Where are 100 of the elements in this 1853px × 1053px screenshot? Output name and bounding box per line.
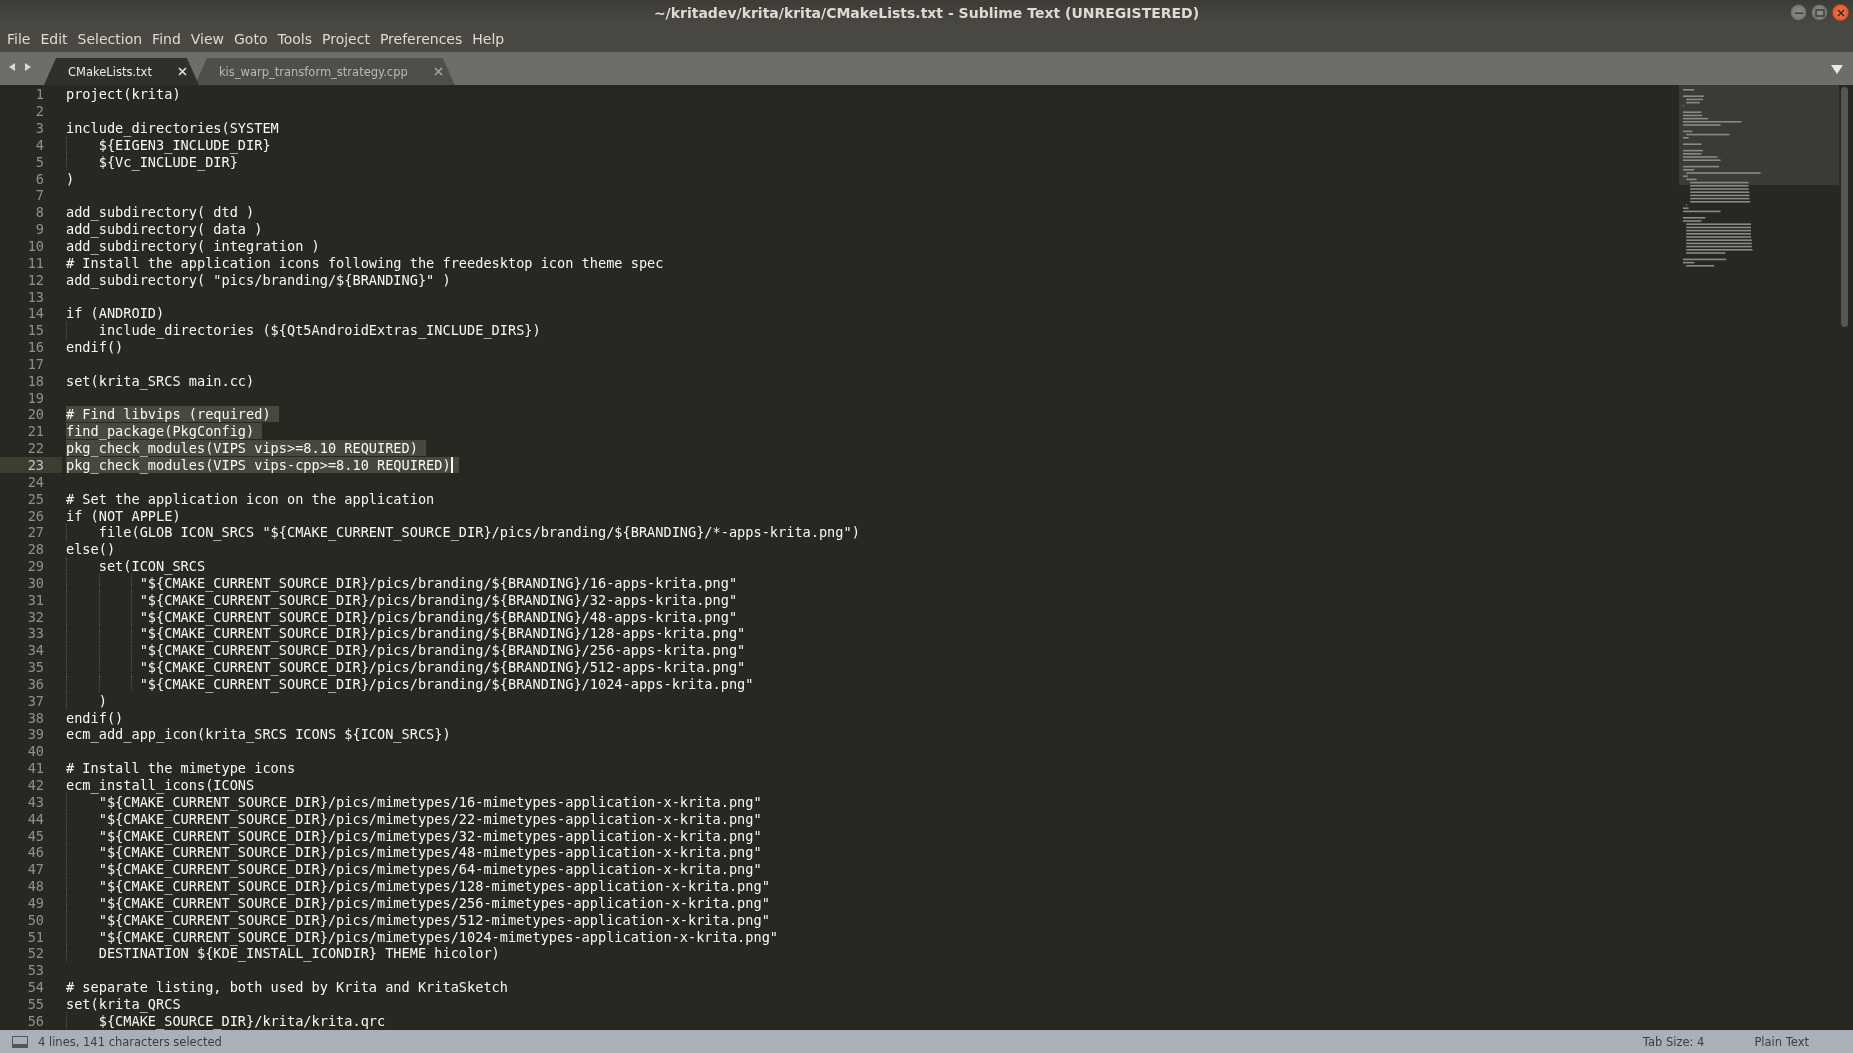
code-line: "${CMAKE_CURRENT_SOURCE_DIR}/pics/branding/${BRANDING}/1024-apps-krita.png"	[138, 675, 755, 692]
code-line: set(krita_QRCS	[66, 996, 182, 1012]
code-line: "${CMAKE_CURRENT_SOURCE_DIR}/pics/branding/${BRANDING}/128-apps-krita.png"	[138, 625, 747, 642]
menu-item[interactable]: Find	[147, 28, 186, 50]
menu-item[interactable]: Edit	[35, 28, 73, 50]
code-line: "${CMAKE_CURRENT_SOURCE_DIR}/pics/mimetypes/256-mimetypes-application-x-krita.png"	[97, 894, 771, 911]
line-number: 4	[34, 136, 45, 153]
line-number: 22	[26, 440, 45, 457]
line-number: 9	[34, 221, 45, 238]
code-line: add_subdirectory( integration )	[66, 238, 321, 254]
line-number: 44	[26, 810, 45, 827]
code-line: "${CMAKE_CURRENT_SOURCE_DIR}/pics/branding/${BRANDING}/48-apps-krita.png"	[138, 608, 739, 625]
line-number: 19	[26, 389, 45, 406]
menu-item[interactable]: Preferences	[374, 28, 468, 50]
code-line: include_directories(SYSTEM	[66, 120, 280, 137]
code-line: "${CMAKE_CURRENT_SOURCE_DIR}/pics/mimetypes/128-mimetypes-application-x-krita.png"	[97, 878, 771, 895]
line-number: 18	[26, 372, 45, 389]
tab-size-indicator[interactable]: Tab Size: 4	[1642, 1034, 1705, 1049]
line-number: 25	[26, 490, 45, 507]
code-line: include_directories (${Qt5AndroidExtras_INCLUDE_DIRS})	[97, 322, 542, 339]
code-line: set(krita_SRCS main.cc)	[66, 372, 256, 389]
line-number: 48	[26, 878, 45, 895]
menu-item[interactable]: Selection	[72, 28, 148, 50]
code-line: "${CMAKE_CURRENT_SOURCE_DIR}/pics/branding/${BRANDING}/16-apps-krita.png"	[139, 574, 739, 591]
code-line: ecm_install_icons(ICONS	[66, 777, 256, 793]
menu-item[interactable]: View	[185, 28, 229, 50]
code-line: endif()	[66, 339, 125, 356]
line-number: 10	[26, 238, 45, 254]
line-number: 3	[34, 120, 45, 137]
line-number: 49	[26, 894, 45, 911]
code-line: "${CMAKE_CURRENT_SOURCE_DIR}/pics/mimetypes/512-mimetypes-application-x-krita.png"	[97, 911, 771, 928]
code-line: "${CMAKE_CURRENT_SOURCE_DIR}/pics/mimetypes/16-mimetypes-application-x-krita.png"	[98, 793, 763, 810]
line-number: 34	[26, 642, 45, 659]
code-line: # Install the mimetype icons	[66, 760, 297, 777]
code-line: "${CMAKE_CURRENT_SOURCE_DIR}/pics/mimetypes/64-mimetypes-application-x-krita.png"	[97, 861, 763, 878]
menu-item[interactable]: File	[2, 28, 36, 50]
line-number: 45	[26, 827, 45, 844]
code-line: "${CMAKE_CURRENT_SOURCE_DIR}/pics/branding/${BRANDING}/256-apps-krita.png"	[138, 642, 747, 659]
dropdown-arrow-icon[interactable]	[1831, 65, 1843, 74]
menu-item[interactable]: Goto	[229, 28, 273, 50]
line-number: 28	[26, 541, 45, 558]
line-number: 53	[26, 962, 45, 979]
line-number: 41	[26, 760, 45, 777]
line-number: 52	[26, 945, 45, 962]
line-number: 26	[26, 507, 45, 524]
code-line: add_subdirectory( data )	[66, 221, 264, 238]
line-number: 20	[26, 406, 45, 423]
line-number: 2	[34, 103, 45, 120]
line-number: 55	[26, 996, 45, 1012]
line-number: 51	[26, 928, 45, 945]
line-number: 47	[26, 861, 45, 878]
line-number: 33	[26, 625, 45, 642]
code-line: ecm_add_app_icon(krita_SRCS ICONS ${ICON_SRCS})	[66, 726, 452, 743]
line-number: 35	[26, 659, 45, 676]
code-line: "${CMAKE_CURRENT_SOURCE_DIR}/pics/mimetypes/32-mimetypes-application-x-krita.png"	[97, 827, 763, 844]
line-number: 31	[26, 591, 45, 608]
code-line: else()	[66, 541, 117, 558]
line-number: 15	[26, 322, 45, 339]
code-line: # Install the application icons following the freedesktop icon theme spec	[66, 254, 665, 271]
code-line: file(GLOB ICON_SRCS "${CMAKE_CURRENT_SOURCE_DIR}/pics/branding/${BRANDING}/*-apps-krita.png")	[97, 524, 861, 541]
code-line: "${CMAKE_CURRENT_SOURCE_DIR}/pics/branding/${BRANDING}/512-apps-krita.png"	[138, 659, 747, 676]
line-number: 37	[26, 692, 45, 709]
line-number: 6	[34, 170, 45, 187]
window-title: ~/kritadev/krita/krita/CMakeLists.txt - Sublime Text (UNREGISTERED)	[653, 5, 1200, 21]
menu-item[interactable]: Help	[467, 28, 510, 50]
menu-item[interactable]: Tools	[272, 28, 317, 50]
code-line: set(ICON_SRCS	[97, 558, 207, 575]
line-number: 13	[26, 288, 45, 305]
line-number: 54	[26, 979, 45, 996]
line-number: 7	[34, 187, 45, 204]
tab-navigation-arrows-icon[interactable]	[8, 62, 32, 72]
selection-status: 4 lines, 141 characters selected	[38, 1034, 222, 1049]
scrollbar-thumb[interactable]	[1841, 87, 1848, 327]
code-line: DESTINATION ${KDE_INSTALL_ICONDIR} THEME hicolor)	[97, 945, 500, 962]
line-number: 42	[26, 777, 45, 793]
code-line: )	[97, 692, 108, 709]
line-number: 36	[26, 675, 45, 692]
file-tab[interactable]: CMakeLists.txt	[44, 58, 199, 85]
line-number: 8	[34, 204, 45, 221]
line-number: 50	[26, 911, 45, 928]
menu-item[interactable]: Project	[317, 28, 375, 50]
line-number: 23	[26, 457, 45, 473]
line-number: 38	[26, 709, 45, 726]
code-line: "${CMAKE_CURRENT_SOURCE_DIR}/pics/mimetypes/1024-mimetypes-application-x-krita.png"	[97, 928, 780, 945]
code-line: # Set the application icon on the application	[66, 490, 436, 507]
code-line: "${CMAKE_CURRENT_SOURCE_DIR}/pics/mimetypes/22-mimetypes-application-x-krita.png"	[97, 810, 763, 827]
code-line: if (ANDROID)	[66, 305, 166, 322]
line-number: 43	[26, 793, 45, 810]
line-number: 12	[26, 271, 45, 288]
line-number: 46	[26, 844, 45, 861]
code-line: endif()	[66, 709, 125, 726]
line-number: 5	[34, 153, 45, 170]
code-line: )	[66, 170, 76, 187]
line-number: 17	[26, 355, 45, 372]
line-number: 24	[26, 473, 45, 490]
line-number: 27	[26, 524, 45, 541]
line-number: 40	[26, 743, 45, 760]
code-line: project(krita)	[66, 86, 182, 103]
syntax-indicator[interactable]: Plain Text	[1754, 1034, 1809, 1049]
console-icon[interactable]	[12, 1035, 28, 1048]
